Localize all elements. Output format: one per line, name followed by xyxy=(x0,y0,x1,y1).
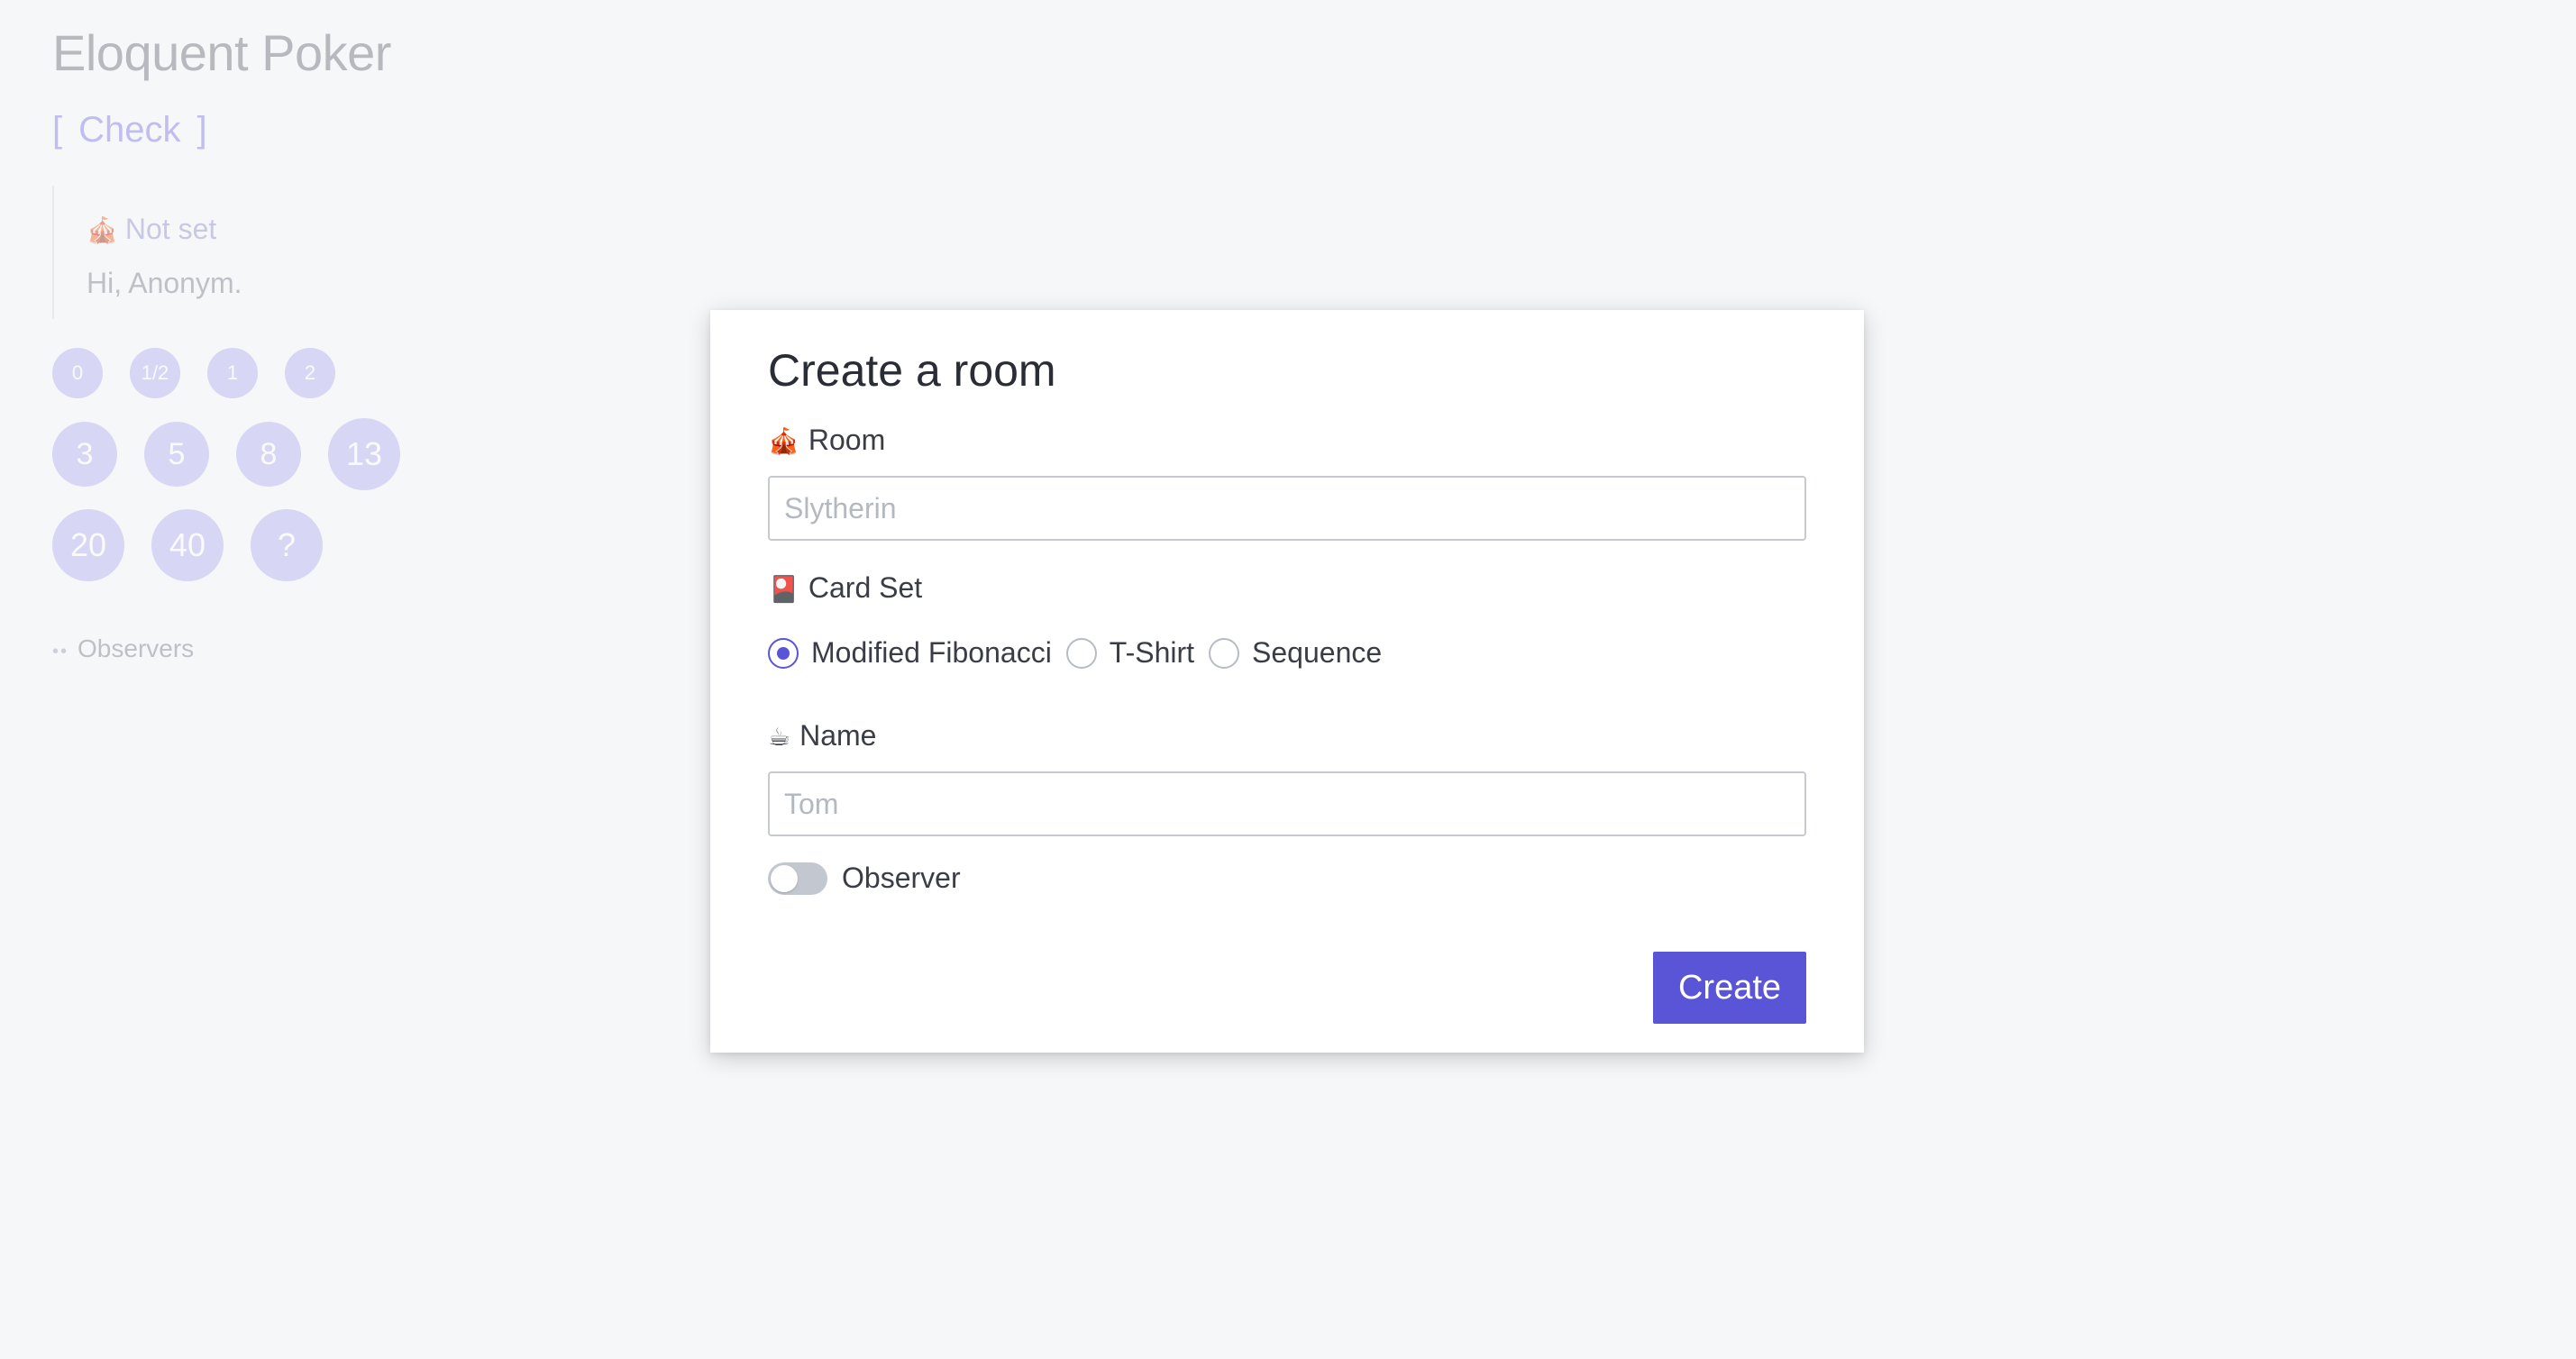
room-info: 🎪 Not set Hi, Anonym. xyxy=(52,186,323,319)
circus-tent-icon: 🎪 xyxy=(87,216,118,244)
card-set-radio-group: Modified Fibonacci T-Shirt Sequence xyxy=(768,636,1396,670)
create-room-modal: Create a room 🎪 Room 🎴 Card Set Modified F… xyxy=(710,310,1864,1053)
observer-toggle-row: Observer xyxy=(768,862,961,895)
card-2[interactable]: 2 xyxy=(285,348,335,398)
check-button[interactable]: [ Check] xyxy=(52,110,207,150)
card-half[interactable]: 1/2 xyxy=(130,348,180,398)
toggle-knob xyxy=(771,864,798,892)
card-40[interactable]: 40 xyxy=(151,509,224,581)
radio-sequence[interactable]: Sequence xyxy=(1209,636,1382,670)
card-1[interactable]: 1 xyxy=(207,348,258,398)
app-title: Eloquent Poker xyxy=(52,24,391,81)
name-label-text: Name xyxy=(799,719,877,752)
bracket-open: [ xyxy=(52,110,63,150)
radio-modified-fibonacci[interactable]: Modified Fibonacci xyxy=(768,636,1052,670)
room-status: 🎪 Not set xyxy=(87,213,216,246)
observers-section: •• Observers xyxy=(52,634,194,663)
card-0[interactable]: 0 xyxy=(52,348,103,398)
card-13[interactable]: 13 xyxy=(328,418,400,490)
create-button[interactable]: Create xyxy=(1653,952,1806,1024)
observer-toggle[interactable] xyxy=(768,862,827,895)
radio-label: Sequence xyxy=(1252,636,1383,669)
check-label: Check xyxy=(78,110,181,150)
circus-tent-icon: 🎪 xyxy=(768,427,799,455)
bracket-close: ] xyxy=(196,110,207,150)
room-label: 🎪 Room xyxy=(768,424,885,457)
greeting: Hi, Anonym. xyxy=(87,267,242,299)
card-20[interactable]: 20 xyxy=(52,509,124,581)
radio-label: T-Shirt xyxy=(1109,636,1195,669)
card-3[interactable]: 3 xyxy=(52,422,117,487)
radio-t-shirt[interactable]: T-Shirt xyxy=(1065,636,1195,670)
app-root: Eloquent Poker [Check] 🎪 Not set Hi, Anon… xyxy=(0,0,2576,1359)
observer-label: Observer xyxy=(842,862,961,894)
name-label: ☕ Name xyxy=(768,719,876,752)
playing-card-icon: 🎴 xyxy=(768,575,799,603)
background-app: Eloquent Poker [ Check] 🎪 Not set Hi, Anon… xyxy=(52,0,683,721)
eyes-icon: •• xyxy=(52,642,69,661)
card-8[interactable]: 8 xyxy=(236,422,301,487)
radio-button[interactable] xyxy=(1065,637,1097,669)
coffee-icon: ☕ xyxy=(768,723,791,751)
card-set-label: 🎴 Card Set xyxy=(768,571,922,605)
observers-label: Observers xyxy=(78,634,195,662)
radio-label: Modified Fibonacci xyxy=(811,636,1052,669)
room-label-text: Room xyxy=(808,424,886,456)
room-input[interactable] xyxy=(768,476,1806,541)
card-set-label-text: Card Set xyxy=(808,571,923,604)
card-question[interactable]: ? xyxy=(251,509,323,581)
name-input[interactable] xyxy=(768,771,1806,836)
card-5[interactable]: 5 xyxy=(144,422,209,487)
room-status-value: Not set xyxy=(124,213,217,245)
modal-title: Create a room xyxy=(768,345,1056,396)
radio-button-checked[interactable] xyxy=(768,637,799,669)
radio-button[interactable] xyxy=(1209,637,1240,669)
